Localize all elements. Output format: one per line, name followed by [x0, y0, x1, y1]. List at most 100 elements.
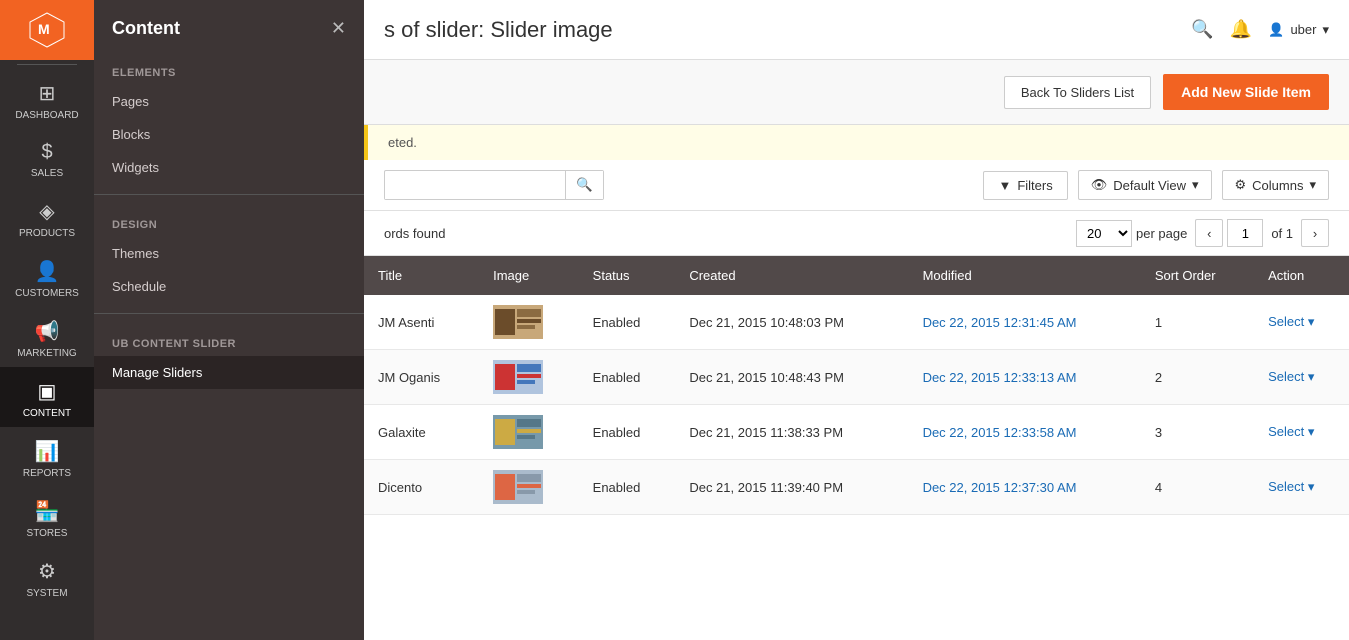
flyout-section-title-1: Design: [94, 205, 364, 237]
table-header-row: TitleImageStatusCreatedModifiedSort Orde…: [364, 256, 1349, 295]
action-select-3[interactable]: Select ▾: [1268, 479, 1335, 495]
eye-icon: 👁: [1091, 177, 1108, 193]
search-button[interactable]: 🔍: [565, 171, 603, 199]
flyout-section-title-2: UB Content Slider: [94, 324, 364, 356]
col-header-action: Action: [1254, 256, 1349, 295]
sidebar-item-marketing[interactable]: 📢 MARKETING: [0, 307, 94, 367]
thumbnail-0: [493, 305, 543, 339]
cell-modified-2: Dec 22, 2015 12:33:58 AM: [909, 405, 1141, 460]
cell-sort-order-3: 4: [1141, 460, 1254, 515]
content-icon: ▣: [38, 379, 57, 404]
flyout-item-widgets[interactable]: Widgets: [94, 151, 364, 184]
sidebar-item-content[interactable]: ▣CONTENT: [0, 367, 94, 427]
user-menu[interactable]: 👤 uber ▾: [1268, 22, 1329, 38]
per-page-select: 203050100200 per page: [1076, 220, 1187, 247]
cell-title-3: Dicento: [364, 460, 479, 515]
flyout-item-schedule[interactable]: Schedule: [94, 270, 364, 303]
page-nav: ‹ of 1 ›: [1195, 219, 1329, 247]
cell-action-3: Select ▾: [1254, 460, 1349, 515]
user-name: uber: [1290, 22, 1316, 37]
default-view-button[interactable]: 👁 Default View ▾: [1078, 170, 1212, 200]
records-info: ords found: [384, 226, 445, 241]
sidebar-item-label-stores: STORES: [27, 528, 68, 539]
col-header-image: Image: [479, 256, 579, 295]
search-icon[interactable]: 🔍: [1191, 19, 1213, 40]
flyout-divider-0: [94, 194, 364, 195]
columns-icon: ⚙: [1235, 177, 1247, 193]
add-new-slide-button[interactable]: Add New Slide Item: [1163, 74, 1329, 110]
sidebar-item-dashboard[interactable]: ⊞DASHBOARD: [0, 69, 94, 129]
col-header-created: Created: [675, 256, 908, 295]
search-input[interactable]: [385, 172, 565, 199]
table-head: TitleImageStatusCreatedModifiedSort Orde…: [364, 256, 1349, 295]
page-title: s of slider: Slider image: [384, 17, 613, 43]
flyout-item-manage-sliders[interactable]: Manage Sliders: [94, 356, 364, 389]
sidebar-item-label-marketing: MARKETING: [17, 348, 76, 359]
col-header-status: Status: [579, 256, 676, 295]
user-icon: 👤: [1268, 22, 1284, 38]
flyout-sections: ElementsPagesBlocksWidgetsDesignThemesSc…: [94, 53, 364, 389]
marketing-icon: 📢: [35, 319, 60, 344]
notice-message: eted.: [388, 135, 417, 150]
next-page-button[interactable]: ›: [1301, 219, 1329, 247]
sidebar-item-label-sales: SALES: [31, 168, 63, 179]
flyout-item-blocks[interactable]: Blocks: [94, 118, 364, 151]
sidebar-item-customers[interactable]: 👤 CUSTOMERS: [0, 247, 94, 307]
action-select-2[interactable]: Select ▾: [1268, 424, 1335, 440]
reports-icon: 📊: [35, 439, 60, 464]
sidebar-item-products[interactable]: ◈PRODUCTS: [0, 187, 94, 247]
flyout-close-button[interactable]: ✕: [331, 18, 346, 39]
columns-dropdown-icon: ▾: [1309, 177, 1316, 193]
table-row: Galaxite EnabledDec 21, 2015 11:38:33 PM…: [364, 405, 1349, 460]
cell-title-0: JM Asenti: [364, 295, 479, 350]
sidebar-item-system[interactable]: ⚙SYSTEM: [0, 547, 94, 607]
cell-created-2: Dec 21, 2015 11:38:33 PM: [675, 405, 908, 460]
back-to-sliders-button[interactable]: Back To Sliders List: [1004, 76, 1151, 109]
columns-button[interactable]: ⚙ Columns ▾: [1222, 170, 1329, 200]
thumbnail-3: [493, 470, 543, 504]
per-page-dropdown[interactable]: 203050100200: [1076, 220, 1132, 247]
table-row: JM Oganis EnabledDec 21, 2015 10:48:43 P…: [364, 350, 1349, 405]
cell-modified-3: Dec 22, 2015 12:37:30 AM: [909, 460, 1141, 515]
page-of: of 1: [1271, 226, 1293, 241]
page-input[interactable]: [1227, 219, 1263, 247]
flyout-item-themes[interactable]: Themes: [94, 237, 364, 270]
flyout-item-pages[interactable]: Pages: [94, 85, 364, 118]
table-wrapper: TitleImageStatusCreatedModifiedSort Orde…: [364, 256, 1349, 640]
cell-status-0: Enabled: [579, 295, 676, 350]
sales-icon: $: [41, 141, 52, 164]
cell-modified-0: Dec 22, 2015 12:31:45 AM: [909, 295, 1141, 350]
pagination-right: 203050100200 per page ‹ of 1 ›: [1076, 219, 1329, 247]
cell-image-2: [479, 405, 579, 460]
logo[interactable]: M: [0, 0, 94, 60]
table-body: JM Asenti EnabledDec 21, 2015 10:48:03 P…: [364, 295, 1349, 515]
cell-status-1: Enabled: [579, 350, 676, 405]
sidebar-item-reports[interactable]: 📊REPORTS: [0, 427, 94, 487]
filters-button[interactable]: ▼ Filters: [983, 171, 1067, 200]
cell-image-3: [479, 460, 579, 515]
prev-page-button[interactable]: ‹: [1195, 219, 1223, 247]
cell-modified-1: Dec 22, 2015 12:33:13 AM: [909, 350, 1141, 405]
col-header-modified: Modified: [909, 256, 1141, 295]
sidebar: M ⊞DASHBOARD $ SALES ◈PRODUCTS 👤 CUSTOMERS 📢 MA…: [0, 0, 94, 640]
cell-action-1: Select ▾: [1254, 350, 1349, 405]
customers-icon: 👤: [35, 259, 60, 284]
products-icon: ◈: [39, 199, 54, 224]
flyout-header: Content ✕: [94, 0, 364, 53]
notification-icon[interactable]: 🔔: [1230, 19, 1252, 40]
sidebar-item-stores[interactable]: 🏪STORES: [0, 487, 94, 547]
cell-sort-order-0: 1: [1141, 295, 1254, 350]
slides-table: TitleImageStatusCreatedModifiedSort Orde…: [364, 256, 1349, 515]
sidebar-item-sales[interactable]: $ SALES: [0, 129, 94, 187]
sidebar-items: ⊞DASHBOARD $ SALES ◈PRODUCTS 👤 CUSTOMERS 📢 MARK…: [0, 69, 94, 607]
thumbnail-2: [493, 415, 543, 449]
action-bar: Back To Sliders List Add New Slide Item: [364, 60, 1349, 125]
action-select-1[interactable]: Select ▾: [1268, 369, 1335, 385]
sidebar-item-label-customers: CUSTOMERS: [15, 288, 79, 299]
filters-label: Filters: [1017, 178, 1052, 193]
svg-text:M: M: [38, 21, 50, 37]
cell-title-2: Galaxite: [364, 405, 479, 460]
cell-created-3: Dec 21, 2015 11:39:40 PM: [675, 460, 908, 515]
notice-bar: eted.: [364, 125, 1349, 160]
action-select-0[interactable]: Select ▾: [1268, 314, 1335, 330]
